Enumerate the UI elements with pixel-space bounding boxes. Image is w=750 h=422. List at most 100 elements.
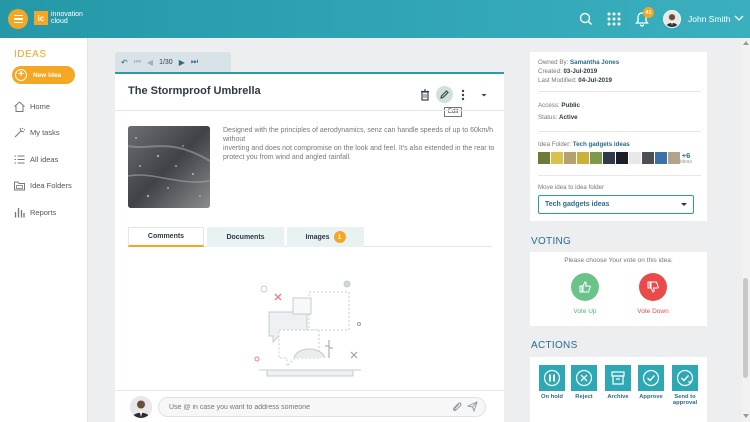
- idea-thumbnail[interactable]: [538, 152, 550, 164]
- search-icon[interactable]: [578, 11, 594, 27]
- idea-thumbnail[interactable]: [616, 152, 628, 164]
- approve-button[interactable]: Approve: [636, 365, 666, 400]
- thumbs-down-icon: [647, 281, 659, 293]
- tab-comments[interactable]: Comments: [128, 227, 204, 247]
- thumbs-up-icon: [579, 281, 591, 293]
- last-page-icon[interactable]: ⏭: [191, 57, 198, 67]
- sidebar-item-idea-folders[interactable]: Idea Folders: [13, 178, 72, 192]
- idea-title: The Stormproof Umbrella: [128, 85, 261, 97]
- idea-pager: ↶ ⏮ ◀ 1/30 ▶ ⏭: [115, 52, 231, 72]
- idea-image[interactable]: [128, 126, 210, 208]
- menu-icon[interactable]: [8, 9, 28, 29]
- sidebar-item-label: My tasks: [30, 127, 60, 137]
- scroll-down-icon[interactable]: [743, 414, 749, 418]
- idea-thumbnail[interactable]: [577, 152, 589, 164]
- action-label: On hold: [541, 394, 563, 400]
- sidebar-title: IDEAS: [14, 49, 47, 60]
- pencil-icon: [440, 90, 449, 99]
- idea-thumbnail[interactable]: [564, 152, 576, 164]
- top-bar: ic innovation cloud 41 John Smith: [0, 0, 750, 38]
- move-folder-select[interactable]: Tech gadgets ideas: [538, 195, 694, 214]
- sidebar-item-my-tasks[interactable]: My tasks: [13, 125, 60, 139]
- user-name[interactable]: John Smith: [688, 14, 731, 24]
- folder-value[interactable]: Tech gadgets ideas: [573, 141, 630, 148]
- page-scrollbar[interactable]: [742, 38, 750, 422]
- vote-down-button[interactable]: [639, 273, 667, 301]
- archive-button[interactable]: Archive: [603, 365, 633, 400]
- owned-by-label: Owned By:: [538, 59, 569, 66]
- description-line: protect you from wind and angled rainfal…: [223, 154, 352, 161]
- chevron-down-icon[interactable]: [734, 13, 744, 23]
- more-label: ideas: [680, 159, 692, 165]
- on-hold-button[interactable]: On hold: [537, 365, 567, 400]
- tasks-icon: [14, 127, 26, 137]
- sidebar-item-reports[interactable]: Reports: [13, 205, 56, 219]
- next-page-icon[interactable]: ▶: [179, 58, 185, 67]
- idea-thumbnail[interactable]: [629, 152, 641, 164]
- sidebar: IDEAS + New Idea Home My tasks All ideas…: [0, 38, 88, 422]
- owned-by-value[interactable]: Samantha Jones: [570, 59, 619, 66]
- user-avatar-image: [664, 11, 680, 27]
- actions-title: ACTIONS: [531, 340, 578, 351]
- action-label: Archive: [607, 394, 629, 400]
- caret-down-icon: [681, 203, 687, 206]
- user-avatar[interactable]: [663, 10, 681, 28]
- sidebar-item-home[interactable]: Home: [13, 99, 50, 113]
- previous-page-icon[interactable]: ◀: [147, 58, 153, 67]
- commenter-avatar: [130, 396, 152, 418]
- send-to-approval-button[interactable]: Send to approval: [670, 365, 700, 406]
- tab-documents[interactable]: Documents: [207, 227, 284, 247]
- tab-label: Comments: [147, 233, 185, 240]
- edit-button[interactable]: [436, 86, 453, 103]
- move-folder-label: Move idea to idea folder: [538, 184, 605, 191]
- folder-icon: [14, 181, 25, 190]
- tab-label: Images: [305, 233, 330, 241]
- idea-thumbnail[interactable]: [642, 152, 654, 164]
- send-icon[interactable]: [467, 401, 478, 412]
- idea-thumbnail[interactable]: [551, 152, 563, 164]
- tab-images[interactable]: Images 1: [287, 227, 364, 247]
- idea-thumbnail[interactable]: [590, 152, 602, 164]
- first-page-icon[interactable]: ⏮: [134, 57, 141, 67]
- idea-thumbnail[interactable]: [668, 152, 680, 164]
- attachment-icon[interactable]: [451, 401, 462, 412]
- apps-grid-icon[interactable]: [606, 11, 622, 27]
- idea-tabs: Comments Documents Images 1: [128, 227, 492, 247]
- scroll-up-icon[interactable]: [743, 41, 749, 45]
- logo-mark: ic: [34, 11, 48, 25]
- reject-icon: [575, 369, 593, 387]
- home-icon: [14, 100, 25, 112]
- chart-icon: [14, 207, 25, 217]
- idea-thumbnail[interactable]: [655, 152, 667, 164]
- created-label: Created:: [538, 68, 562, 75]
- vote-up-button[interactable]: [571, 273, 599, 301]
- idea-info-card: Owned By: Samantha Jones Created: 03-Jul…: [530, 52, 707, 221]
- vote-prompt: Please choose Your vote on this idea:: [564, 257, 673, 264]
- new-idea-label: New Idea: [33, 71, 62, 79]
- trash-icon[interactable]: [418, 88, 432, 102]
- folder-label: Idea Folder:: [538, 141, 572, 148]
- logo[interactable]: ic innovation cloud: [34, 11, 83, 25]
- sidebar-item-all-ideas[interactable]: All ideas: [13, 152, 58, 166]
- status-value: Active: [559, 114, 578, 121]
- divider: [538, 175, 701, 176]
- idea-thumbnail[interactable]: [603, 152, 615, 164]
- more-ideas-count[interactable]: +6 ideas: [680, 152, 692, 166]
- more-options-icon[interactable]: [456, 88, 470, 102]
- commenter-avatar-image: [130, 396, 152, 418]
- reject-button[interactable]: Reject: [569, 365, 599, 400]
- sidebar-item-label: Home: [30, 101, 51, 111]
- created-value: 03-Jul-2019: [563, 68, 598, 75]
- comment-input[interactable]: [158, 397, 486, 417]
- plus-icon: +: [15, 69, 27, 81]
- send-approval-icon: [676, 369, 694, 387]
- scrollbar-thumb[interactable]: [743, 278, 748, 378]
- voting-title: VOTING: [531, 236, 572, 247]
- pause-icon: [543, 369, 561, 387]
- new-idea-button[interactable]: + New Idea: [12, 66, 75, 84]
- back-icon[interactable]: ↶: [121, 58, 128, 67]
- logo-text-1: innovation: [51, 11, 83, 18]
- caret-down-icon[interactable]: [477, 88, 491, 102]
- notification-badge: 41: [643, 7, 654, 18]
- divider: [538, 91, 701, 92]
